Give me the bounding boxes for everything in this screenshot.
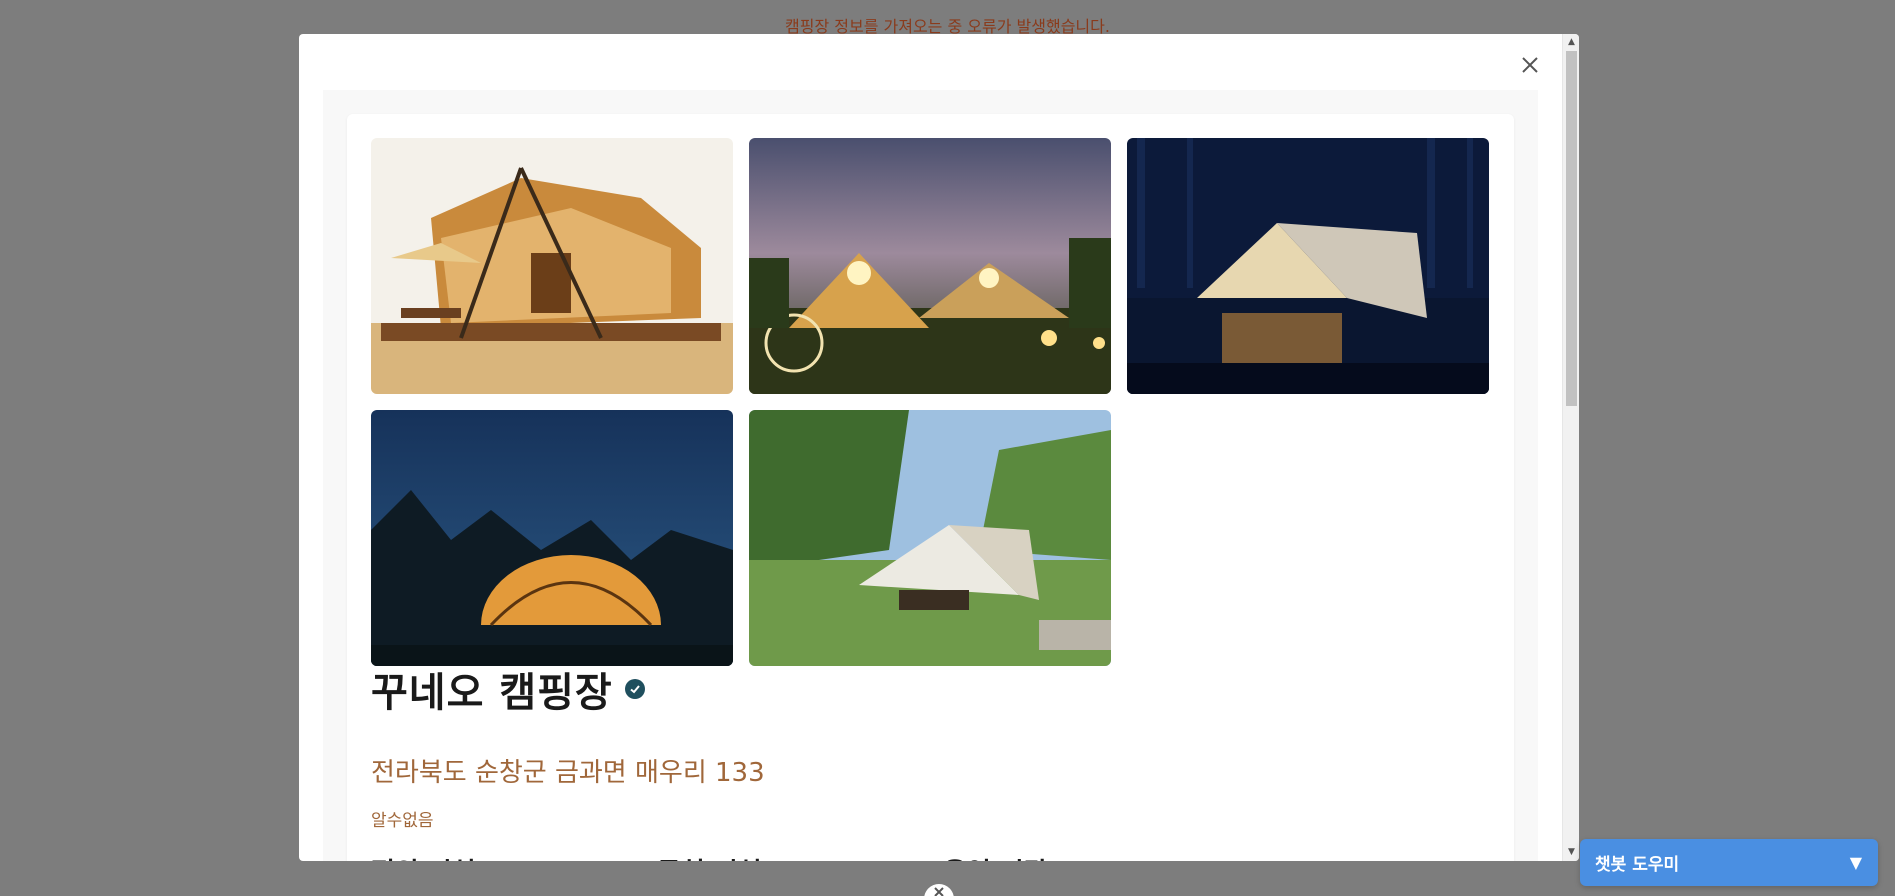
scroll-down-arrow-icon[interactable]: ▼ xyxy=(1563,844,1579,861)
close-icon xyxy=(934,887,944,896)
triangle-down-icon[interactable]: ▼ xyxy=(1850,853,1862,872)
campsite-modal: 꾸네오 캠핑장 전라북도 순창군 금과면 매우리 133 알수없음 편의 시설 … xyxy=(299,34,1579,861)
section-hours-heading: 운영 시간 xyxy=(943,852,1229,861)
chatbot-widget[interactable]: 챗봇 도우미 ▼ xyxy=(1580,839,1878,886)
campsite-photo[interactable] xyxy=(371,138,733,394)
verified-check-icon xyxy=(624,679,645,699)
campsite-phone: 알수없음 xyxy=(371,811,434,831)
campsite-photo[interactable] xyxy=(371,410,733,666)
campsite-photo[interactable] xyxy=(749,410,1111,666)
close-button[interactable] xyxy=(1515,50,1545,80)
campsite-photo[interactable] xyxy=(749,138,1111,394)
campsite-address: 전라북도 순창군 금과면 매우리 133 xyxy=(371,758,765,788)
scroll-thumb[interactable] xyxy=(1566,51,1577,406)
section-nearby-heading: 근처 시설 xyxy=(657,852,943,861)
photo-gallery xyxy=(371,138,1489,666)
campsite-card: 꾸네오 캠핑장 전라북도 순창군 금과면 매우리 133 알수없음 편의 시설 … xyxy=(347,114,1514,861)
campsite-title-row: 꾸네오 캠핑장 xyxy=(371,660,645,718)
chatbot-label: 챗봇 도우미 xyxy=(1595,855,1680,875)
modal-content-panel: 꾸네오 캠핑장 전라북도 순창군 금과면 매우리 133 알수없음 편의 시설 … xyxy=(323,90,1538,861)
scroll-up-arrow-icon[interactable]: ▲ xyxy=(1563,34,1579,51)
modal-scrollbar[interactable]: ▲ ▼ xyxy=(1562,34,1579,861)
section-amenities-heading: 편의 시설 xyxy=(371,852,657,861)
close-icon xyxy=(1522,57,1538,73)
campsite-photo[interactable] xyxy=(1127,138,1489,394)
info-sections: 편의 시설 근처 시설 운영 시간 xyxy=(371,852,1229,861)
dismiss-button[interactable] xyxy=(924,884,954,896)
campsite-name: 꾸네오 캠핑장 xyxy=(371,670,613,716)
